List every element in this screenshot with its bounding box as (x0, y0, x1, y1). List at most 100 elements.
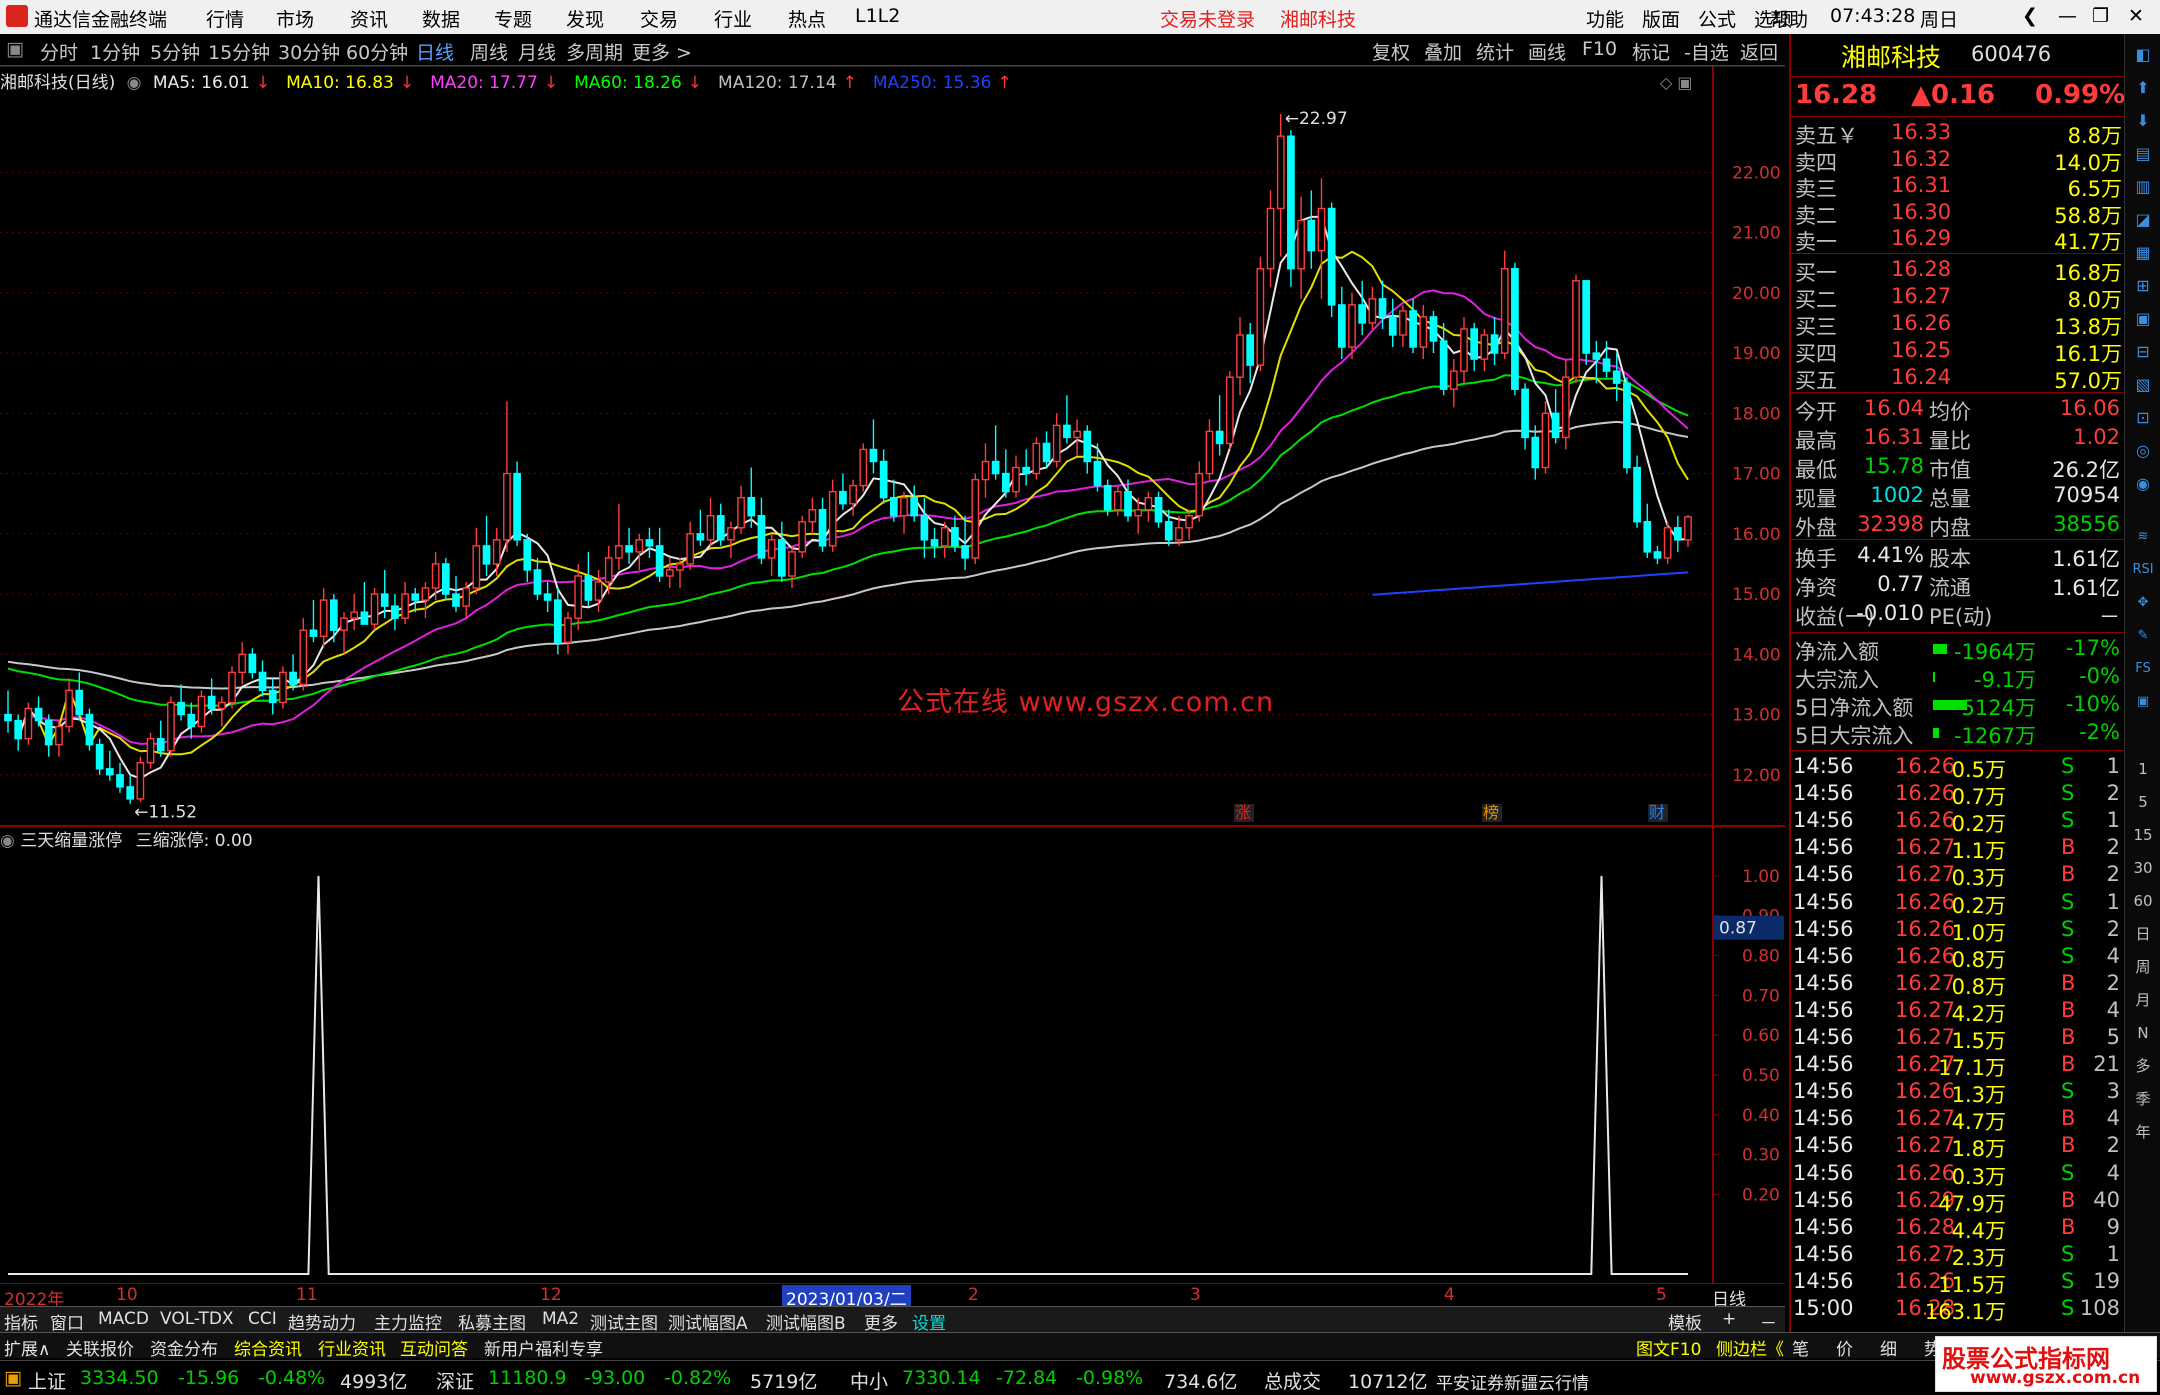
sub-toggle-icon[interactable]: ◉ (0, 831, 15, 851)
sidebar-period-1[interactable]: 5 (2129, 789, 2157, 815)
sidebar-period-2[interactable]: 15 (2129, 822, 2157, 848)
sidebar-extra-icon[interactable]: ≋ (2129, 524, 2157, 550)
menu-5[interactable]: 发现 (566, 5, 604, 32)
info-right-3[interactable]: 价 (1836, 1335, 1853, 1360)
menu-1[interactable]: 市场 (276, 5, 314, 32)
template-tool-0[interactable]: 模板 (1668, 1309, 1702, 1334)
sidebar-tool-icon[interactable]: ◎ (2129, 438, 2157, 464)
sidebar-tool-icon[interactable]: ◉ (2129, 471, 2157, 497)
indicator-tab-3[interactable]: VOL-TDX (160, 1309, 234, 1329)
info-right-4[interactable]: 细 (1880, 1335, 1897, 1360)
period-8[interactable]: 月线 (518, 38, 556, 65)
menu-4[interactable]: 专题 (494, 5, 532, 32)
sidebar-tool-icon[interactable]: ⊡ (2129, 405, 2157, 431)
sidebar-tool-icon[interactable]: ▣ (2129, 306, 2157, 332)
info-right-0[interactable]: 图文F10 (1636, 1335, 1701, 1360)
zx-index-name[interactable]: 中小 (850, 1367, 888, 1394)
chart-area[interactable]: 22.00 21.00 20.00 19.00 18.00 17.00 16.00 15.00… (0, 66, 1785, 1284)
sidebar-tool-icon[interactable]: ▤ (2129, 141, 2157, 167)
indicator-tab-1[interactable]: 窗口 (50, 1309, 84, 1334)
sidebar-extra-icon[interactable]: RSI (2129, 557, 2157, 583)
sh-index-name[interactable]: 上证 (28, 1367, 66, 1394)
sidebar-tool-icon[interactable]: ◪ (2129, 207, 2157, 233)
info-tab-3[interactable]: 综合资讯 (234, 1335, 302, 1360)
period-6[interactable]: 日线 (416, 38, 454, 65)
sidebar-period-11[interactable]: 年 (2129, 1119, 2157, 1145)
sidebar-tool-icon[interactable]: ▦ (2129, 240, 2157, 266)
sidebar-tool-icon[interactable]: ⊞ (2129, 273, 2157, 299)
info-right-2[interactable]: 笔 (1792, 1335, 1809, 1360)
tool-3[interactable]: 画线 (1528, 38, 1566, 65)
info-tab-4[interactable]: 行业资讯 (318, 1335, 386, 1360)
period-7[interactable]: 周线 (470, 38, 508, 65)
restore-icon[interactable]: ❐ (2092, 5, 2109, 27)
menu-9[interactable]: L1L2 (855, 5, 900, 27)
template-tool-1[interactable]: + (1722, 1309, 1736, 1329)
template-tool-2[interactable]: － (1760, 1309, 1777, 1334)
info-tab-5[interactable]: 互动问答 (400, 1335, 468, 1360)
period-9[interactable]: 多周期 (566, 38, 623, 65)
indicator-tab-4[interactable]: CCI (248, 1309, 277, 1329)
sidebar-extra-icon[interactable]: ▣ (2129, 689, 2157, 715)
event-marker[interactable]: 涨 (1235, 803, 1251, 822)
menu-6[interactable]: 交易 (640, 5, 678, 32)
indicator-tab-12[interactable]: 更多 (864, 1309, 898, 1334)
right-menu-2[interactable]: 公式 (1698, 5, 1736, 32)
tool-6[interactable]: -自选 (1684, 38, 1729, 65)
sidebar-period-9[interactable]: 多 (2129, 1053, 2157, 1079)
event-marker[interactable]: 榜 (1483, 803, 1499, 822)
indicator-tab-5[interactable]: 趋势动力 (288, 1309, 356, 1334)
menu-2[interactable]: 资讯 (350, 5, 388, 32)
sz-index-name[interactable]: 深证 (436, 1367, 474, 1394)
sidebar-period-0[interactable]: 1 (2129, 756, 2157, 782)
indicator-tab-6[interactable]: 主力监控 (374, 1309, 442, 1334)
indicator-tab-0[interactable]: 指标 (4, 1309, 38, 1334)
tool-7[interactable]: 返回 (1740, 38, 1778, 65)
menu-8[interactable]: 热点 (788, 5, 826, 32)
sidebar-tool-icon[interactable]: ◧ (2129, 42, 2157, 68)
period-10[interactable]: 更多 > (632, 38, 692, 65)
right-menu-0[interactable]: 功能 (1586, 5, 1624, 32)
indicator-tab-8[interactable]: MA2 (542, 1309, 579, 1329)
sidebar-period-3[interactable]: 30 (2129, 855, 2157, 881)
indicator-tab-9[interactable]: 测试主图 (590, 1309, 658, 1334)
info-tab-2[interactable]: 资金分布 (150, 1335, 218, 1360)
menu-7[interactable]: 行业 (714, 5, 752, 32)
indicator-tab-10[interactable]: 测试幅图A (668, 1309, 748, 1334)
sidebar-extra-icon[interactable]: FS (2129, 656, 2157, 682)
tool-5[interactable]: 标记 (1632, 38, 1670, 65)
toggle-panel-icon[interactable]: ▣ (6, 38, 24, 60)
period-4[interactable]: 30分钟 (278, 38, 340, 65)
info-tab-1[interactable]: 关联报价 (66, 1335, 134, 1360)
tool-2[interactable]: 统计 (1476, 38, 1514, 65)
tool-1[interactable]: 叠加 (1424, 38, 1462, 65)
trade-status[interactable]: 交易未登录 (1160, 5, 1255, 32)
period-2[interactable]: 5分钟 (150, 38, 200, 65)
right-menu-4[interactable]: 帮助 (1770, 5, 1808, 32)
sidebar-period-8[interactable]: N (2129, 1020, 2157, 1046)
sidebar-tool-icon[interactable]: ⬆ (2129, 75, 2157, 101)
close-icon[interactable]: ✕ (2128, 5, 2144, 27)
sidebar-extra-icon[interactable]: ✎ (2129, 623, 2157, 649)
chart-options-icon[interactable]: ◇ ▣ (1660, 73, 1693, 92)
sidebar-period-7[interactable]: 月 (2129, 987, 2157, 1013)
info-tab-0[interactable]: 扩展∧ (4, 1335, 50, 1360)
sidebar-period-5[interactable]: 日 (2129, 921, 2157, 947)
sidebar-tool-icon[interactable]: ▧ (2129, 372, 2157, 398)
right-menu-1[interactable]: 版面 (1642, 5, 1680, 32)
sidebar-extra-icon[interactable]: ✥ (2129, 590, 2157, 616)
sidebar-tool-icon[interactable]: ⊟ (2129, 339, 2157, 365)
info-right-1[interactable]: 侧边栏《 (1716, 1335, 1784, 1360)
info-tab-6[interactable]: 新用户福利专享 (484, 1335, 603, 1360)
menu-0[interactable]: 行情 (206, 5, 244, 32)
period-1[interactable]: 1分钟 (90, 38, 140, 65)
sidebar-period-4[interactable]: 60 (2129, 888, 2157, 914)
back-icon[interactable]: ❮ (2022, 5, 2038, 27)
period-3[interactable]: 15分钟 (208, 38, 270, 65)
minimize-icon[interactable]: — (2058, 5, 2077, 27)
sidebar-period-6[interactable]: 周 (2129, 954, 2157, 980)
sidebar-period-10[interactable]: 季 (2129, 1086, 2157, 1112)
period-5[interactable]: 60分钟 (346, 38, 408, 65)
indicator-tab-13[interactable]: 设置 (912, 1309, 946, 1334)
indicator-tab-2[interactable]: MACD (98, 1309, 149, 1329)
